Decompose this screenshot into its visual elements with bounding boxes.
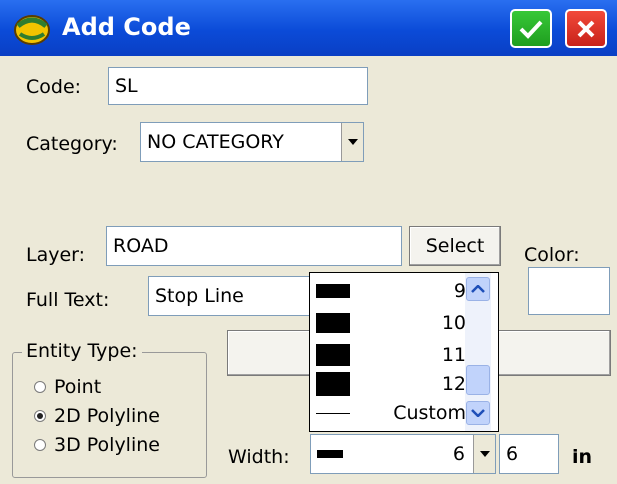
chevron-down-icon[interactable] [341,123,363,161]
select-button[interactable]: Select [409,226,501,266]
x-icon [577,20,595,37]
chevron-down-icon [471,409,485,417]
radio-label: Point [54,376,102,398]
list-item-label: 10 [441,312,466,334]
list-item[interactable]: 12 [310,370,470,398]
list-item[interactable]: 10 [310,309,470,337]
list-item-label: 11 [441,344,466,366]
entity-type-label: Entity Type: [22,340,142,362]
radio-3d-polyline[interactable]: 3D Polyline [34,434,160,456]
width-value: 6 [506,443,519,465]
list-item-label: 12 [441,373,466,395]
chevron-up-icon [471,285,485,293]
code-input[interactable]: SL [108,67,368,105]
fulltext-input[interactable]: Stop Line [148,276,316,316]
list-item-label: Custom [393,402,466,424]
radio-button[interactable] [34,439,46,451]
line-weight-swatch [316,344,350,366]
list-item[interactable]: Custom [310,399,470,427]
list-item[interactable]: 9 [310,277,470,305]
layer-value: ROAD [113,235,169,257]
scroll-down-button[interactable] [466,401,490,425]
category-value: NO CATEGORY [147,131,284,153]
checkmark-icon [519,20,543,39]
fulltext-label: Full Text: [26,289,110,311]
list-item[interactable]: 11 [310,341,470,369]
line-weight-swatch [316,313,350,333]
layer-input[interactable]: ROAD [106,226,402,266]
fulltext-value: Stop Line [155,285,244,307]
width-dropdown[interactable]: 6 [310,434,496,474]
width-list-scrollbar[interactable] [465,273,491,431]
code-value: SL [115,75,138,97]
radio-2d-polyline[interactable]: 2D Polyline [34,405,160,427]
color-label: Color: [524,244,580,266]
radio-label: 2D Polyline [54,405,160,427]
radio-label: 3D Polyline [54,434,160,456]
line-weight-swatch [317,450,343,458]
width-value-input[interactable]: 6 [499,434,559,474]
category-label: Category: [26,133,118,155]
ok-button[interactable] [510,9,552,48]
scroll-up-button[interactable] [466,277,490,301]
line-weight-swatch [316,412,350,414]
layer-label: Layer: [26,244,86,266]
radio-button[interactable] [34,381,46,393]
category-dropdown[interactable]: NO CATEGORY [140,122,364,162]
width-unit: in [572,446,593,468]
app-logo-icon [14,15,50,45]
radio-button[interactable] [34,410,46,422]
window-title: Add Code [62,13,191,41]
line-weight-swatch [316,284,350,298]
radio-point[interactable]: Point [34,376,101,398]
close-button[interactable] [565,9,607,48]
chevron-down-icon[interactable] [473,435,495,473]
scroll-thumb[interactable] [466,365,490,395]
width-selected: 6 [452,443,465,465]
width-label: Width: [228,446,290,468]
color-swatch[interactable] [528,267,610,315]
line-weight-swatch [316,372,350,396]
code-label: Code: [26,76,82,98]
